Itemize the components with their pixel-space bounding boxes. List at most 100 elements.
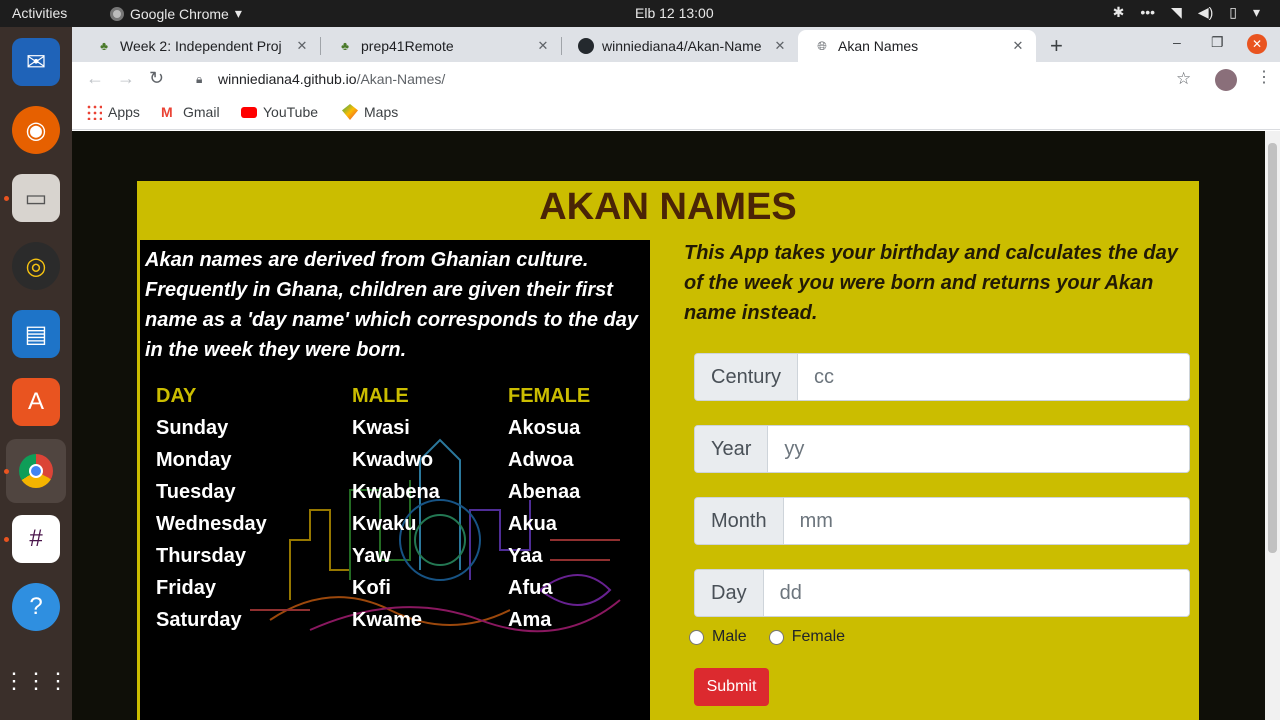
close-tab-icon[interactable]: ✕ [772, 38, 788, 54]
day-group: Day [694, 569, 1190, 617]
chrome-menu-icon[interactable]: ⋮ [1256, 67, 1272, 87]
chrome-window: ♣ Week 2: Independent Proj ✕ ♣ prep41Rem… [72, 27, 1280, 720]
akan-names-table: DAY MALE FEMALE Sunday Kwasi Akosua Mond… [156, 380, 638, 636]
running-indicator [4, 196, 9, 201]
month-group: Month [694, 497, 1190, 545]
male-name-cell: Kwadwo [352, 448, 434, 471]
tab-week2[interactable]: ♣ Week 2: Independent Proj ✕ [80, 30, 320, 62]
minimize-icon[interactable]: – [1173, 34, 1181, 50]
page-scrollbar[interactable] [1265, 131, 1280, 720]
slack-icon[interactable]: # [12, 515, 60, 563]
tab-prep41remote[interactable]: ♣ prep41Remote ✕ [321, 30, 561, 62]
day-cell: Thursday [156, 544, 247, 567]
tab-title: Akan Names [838, 38, 919, 54]
day-cell: Monday [156, 448, 232, 471]
globe-icon: 🌐︎ [817, 38, 827, 53]
bookmark-label: Apps [108, 104, 140, 120]
software-icon[interactable]: A [12, 378, 60, 426]
activities-button[interactable]: Activities [12, 5, 67, 21]
day-label: Day [695, 570, 764, 616]
maps-icon [342, 104, 358, 120]
system-tray[interactable]: ✱ ••• ◥ ◀) ▯ ▾ [1113, 4, 1260, 21]
tab-github[interactable]: winniediana4/Akan-Name ✕ [562, 30, 798, 62]
tab-akan-names[interactable]: 🌐︎ Akan Names ✕ [798, 30, 1036, 62]
female-radio[interactable] [768, 629, 784, 645]
header-male: MALE [352, 384, 409, 407]
slack-tray-icon[interactable]: ✱ [1113, 4, 1125, 21]
app-menu[interactable]: Google Chrome ▾ [110, 5, 242, 22]
table-row: Saturday Kwame Ama [156, 604, 638, 636]
window-close-button[interactable]: ✕ [1247, 34, 1267, 54]
writer-icon[interactable]: ▤ [12, 310, 60, 358]
table-row: Sunday Kwasi Akosua [156, 412, 638, 444]
bookmark-youtube[interactable]: YouTube [241, 104, 318, 120]
page-title: AKAN NAMES [539, 186, 797, 228]
female-radio-label[interactable]: Female [792, 628, 845, 646]
tab-title: Week 2: Independent Proj [120, 38, 282, 54]
app-grid-icon[interactable]: ⋮⋮⋮ [3, 657, 69, 705]
gender-selector: Male Female [689, 628, 867, 646]
female-name-cell: Abenaa [508, 480, 581, 503]
year-input[interactable] [768, 426, 1189, 472]
close-tab-icon[interactable]: ✕ [1010, 38, 1026, 54]
male-radio[interactable] [689, 629, 704, 645]
submit-button[interactable]: Submit [694, 668, 769, 706]
female-name-cell: Akosua [508, 416, 581, 439]
scrollbar-thumb[interactable] [1268, 143, 1277, 553]
back-icon[interactable]: ← [86, 68, 104, 89]
help-icon[interactable]: ? [12, 583, 60, 631]
forward-icon[interactable]: → [117, 68, 135, 89]
day-input[interactable] [763, 570, 1189, 616]
maximize-icon[interactable]: ❐ [1211, 34, 1224, 51]
files-icon[interactable]: ▭ [12, 174, 60, 222]
male-name-cell: Kwaku [352, 512, 417, 535]
female-name-cell: Afua [508, 576, 553, 599]
rhythmbox-icon[interactable]: ◎ [12, 242, 60, 290]
battery-icon[interactable]: ▯ [1229, 4, 1237, 21]
bookmark-maps[interactable]: Maps [342, 104, 398, 120]
table-row: Monday Kwadwo Adwoa [156, 444, 638, 476]
profile-avatar[interactable] [1215, 69, 1237, 91]
table-row: Thursday Yaw Yaa [156, 540, 638, 572]
bookmark-apps[interactable]: Apps [86, 104, 140, 120]
caret-down-icon: ▾ [234, 5, 242, 21]
tab-strip: ♣ Week 2: Independent Proj ✕ ♣ prep41Rem… [72, 27, 1280, 62]
bookmark-star-icon[interactable]: ☆ [1176, 69, 1191, 89]
clock[interactable]: Elb 12 13:00 [635, 5, 714, 21]
day-cell: Saturday [156, 608, 242, 631]
firefox-icon[interactable]: ◉ [12, 106, 60, 154]
header-day: DAY [156, 384, 197, 407]
new-tab-button[interactable]: + [1050, 33, 1063, 59]
year-label: Year [695, 426, 769, 472]
male-radio-label[interactable]: Male [712, 628, 747, 646]
bookmarks-bar: Apps M Gmail YouTube Maps [72, 96, 1280, 130]
female-name-cell: Akua [508, 512, 557, 535]
close-tab-icon[interactable]: ✕ [294, 38, 310, 54]
dock: ✉ ◉ ▭ ◎ ▤ A # ? ⋮⋮⋮ [0, 27, 72, 720]
youtube-icon [241, 106, 257, 118]
close-tab-icon[interactable]: ✕ [535, 38, 551, 54]
system-menu-caret-icon[interactable]: ▾ [1253, 4, 1260, 21]
header-female: FEMALE [508, 384, 591, 407]
chrome-icon[interactable] [6, 439, 66, 503]
reload-icon[interactable]: ↻ [149, 68, 164, 89]
bookmark-gmail[interactable]: M Gmail [161, 104, 220, 120]
wifi-icon[interactable]: ◥ [1171, 4, 1182, 21]
system-top-bar: Activities Google Chrome ▾ Elb 12 13:00 … [0, 0, 1280, 27]
table-header-row: DAY MALE FEMALE [156, 380, 638, 412]
more-icon[interactable]: ••• [1140, 4, 1155, 21]
address-bar[interactable]: 🔒︎ winniediana4.github.io/Akan-Names/ [182, 64, 1202, 94]
lock-icon[interactable]: 🔒︎ [196, 72, 208, 87]
apps-grid-icon [86, 104, 102, 120]
century-input[interactable] [798, 354, 1189, 400]
app-description: This App takes your birthday and calcula… [684, 242, 1178, 324]
month-input[interactable] [783, 498, 1189, 544]
day-cell: Friday [156, 576, 217, 599]
akan-card: AKAN NAMES Akan names are derived from G… [137, 181, 1199, 720]
app-menu-label: Google Chrome [130, 5, 229, 22]
bookmark-label: YouTube [263, 104, 319, 120]
thunderbird-icon[interactable]: ✉ [12, 38, 60, 86]
palm-favicon-icon: ♣ [341, 39, 349, 53]
volume-icon[interactable]: ◀) [1198, 4, 1213, 21]
palm-favicon-icon: ♣ [100, 39, 108, 53]
